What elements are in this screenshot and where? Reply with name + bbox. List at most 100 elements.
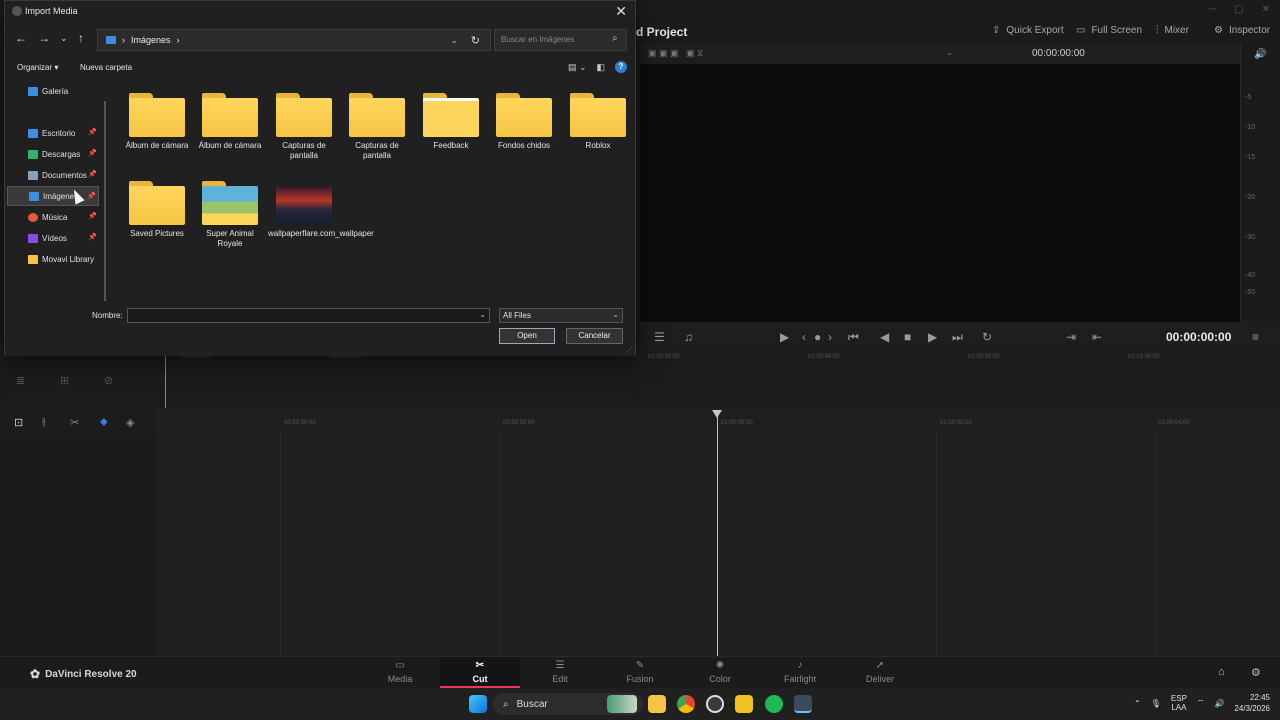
filename-input[interactable]: ⌄ xyxy=(127,308,490,323)
windows-start-icon[interactable] xyxy=(469,695,487,713)
file-type-select[interactable]: All Files ⌄ xyxy=(499,308,623,323)
chrome-icon[interactable] xyxy=(677,695,695,713)
gear-icon[interactable]: ⚙ xyxy=(1251,666,1261,679)
viewer[interactable] xyxy=(640,64,1240,322)
close-button[interactable]: ✕ xyxy=(1262,4,1270,15)
minimize-button[interactable]: ─ xyxy=(1209,4,1216,15)
sidebar-item-imagenes[interactable]: Imágenes 📌 xyxy=(7,186,99,206)
fit-icon[interactable]: ⊡ xyxy=(14,416,23,429)
track-tool-icon[interactable]: ≣ xyxy=(16,374,25,387)
blade-icon[interactable]: ⫲ xyxy=(42,416,46,429)
chevron-down-icon[interactable]: ⌄ xyxy=(450,35,458,46)
chevron-up-icon[interactable]: ⌃ xyxy=(1134,699,1141,708)
skip-start-icon[interactable]: ⏮ xyxy=(848,330,859,345)
folder-item[interactable]: Feedback xyxy=(415,93,487,151)
next-edit-icon[interactable]: › xyxy=(828,330,832,344)
sidebar-item-videos[interactable]: Vídeos 📌 xyxy=(7,228,99,248)
track-tool-2-icon[interactable]: ⊞ xyxy=(60,374,69,387)
obs-icon[interactable] xyxy=(706,695,724,713)
page-tab-fairlight[interactable]: ♪ Fairlight xyxy=(760,657,840,688)
sidebar-item-descargas[interactable]: Descargas 📌 xyxy=(7,144,99,164)
address-location[interactable]: Imágenes xyxy=(131,35,171,45)
play-around-icon[interactable]: ▶ xyxy=(780,330,789,344)
sidebar-item-movavi-library[interactable]: Movavi Library xyxy=(7,249,99,269)
davinci-taskbar-icon[interactable] xyxy=(794,695,812,713)
maximize-button[interactable]: ▢ xyxy=(1234,4,1243,15)
folder-item[interactable]: Roblox xyxy=(562,93,634,151)
grid-line xyxy=(936,430,937,656)
sidebar-scrollbar[interactable] xyxy=(104,101,106,301)
address-bar[interactable]: › Imágenes › ⌄ ↻ xyxy=(97,29,491,51)
search-icon[interactable]: ⌕ xyxy=(612,33,618,44)
page-tab-color[interactable]: ✺ Color xyxy=(680,657,760,688)
inspector-button[interactable]: ⚙ Inspector xyxy=(1214,25,1270,36)
wifi-icon[interactable]: ⌔ xyxy=(1197,698,1205,708)
search-input[interactable]: Buscar en Imágenes xyxy=(494,29,627,51)
sidebar-item-musica[interactable]: Música 📌 xyxy=(7,207,99,227)
loop-icon[interactable]: ↻ xyxy=(982,330,992,344)
microphone-icon[interactable]: 🎙 xyxy=(1151,699,1161,708)
new-folder-button[interactable]: Nueva carpeta xyxy=(80,63,132,72)
go-start-icon[interactable]: ⇤ xyxy=(1092,330,1102,344)
scissors-icon[interactable]: ✂ xyxy=(70,416,79,429)
marker-icon[interactable]: ⬥ xyxy=(100,416,108,429)
folder-item[interactable]: Super Animal Royale xyxy=(194,181,266,249)
folder-item[interactable]: Álbum de cámara xyxy=(194,93,266,151)
stop-icon[interactable]: ■ xyxy=(904,330,911,344)
close-icon[interactable]: ✕ xyxy=(615,3,627,20)
playhead[interactable] xyxy=(717,410,718,656)
page-tab-deliver[interactable]: ➚ Deliver xyxy=(840,657,920,688)
recent-chevron-icon[interactable]: ⌄ xyxy=(60,33,68,44)
full-screen-button[interactable]: ▭ Full Screen xyxy=(1076,25,1142,36)
open-button[interactable]: Open xyxy=(499,328,555,344)
page-tab-fusion[interactable]: ✎ Fusion xyxy=(600,657,680,688)
language-indicator[interactable]: ESP LAA xyxy=(1171,694,1187,712)
track-tool-3-icon[interactable]: ⊘ xyxy=(104,374,113,387)
file-explorer-icon[interactable] xyxy=(648,695,666,713)
quick-export-button[interactable]: ⇪ Quick Export xyxy=(992,25,1064,36)
page-tab-edit[interactable]: ☰ Edit xyxy=(520,657,600,688)
help-icon[interactable]: ? xyxy=(615,61,627,73)
folder-item[interactable]: Capturas de pantalla xyxy=(341,93,413,161)
skip-end-icon[interactable]: ⏭ xyxy=(952,330,963,345)
widget-icon[interactable] xyxy=(607,695,637,713)
folder-item[interactable]: Capturas de pantalla xyxy=(268,93,340,161)
sidebar-item-escritorio[interactable]: Escritorio 📌 xyxy=(7,123,99,143)
menu-icon[interactable]: ≡ xyxy=(1252,330,1259,344)
page-tab-cut[interactable]: ✂ Cut xyxy=(440,657,520,688)
preview-pane-icon[interactable]: ◧ xyxy=(596,62,605,73)
zoom-icon[interactable]: ◈ xyxy=(126,416,134,429)
sidebar-item-documentos[interactable]: Documentos 📌 xyxy=(7,165,99,185)
volume-icon[interactable]: 🔊 xyxy=(1254,49,1266,60)
chevron-down-icon[interactable]: ⌄ xyxy=(946,48,953,57)
app-icon[interactable] xyxy=(735,695,753,713)
clock[interactable]: 22:45 24/3/2026 xyxy=(1234,692,1270,714)
folder-item[interactable]: Álbum de cámara xyxy=(121,93,193,151)
image-file-item[interactable]: wallpaperflare.com_wallpaper xyxy=(268,181,374,239)
spotify-icon[interactable] xyxy=(765,695,783,713)
cancel-button[interactable]: Cancelar xyxy=(566,328,623,344)
forward-arrow-icon[interactable]: → xyxy=(38,31,50,45)
up-arrow-icon[interactable]: ↑ xyxy=(78,31,84,45)
chevron-down-icon[interactable]: ⌄ xyxy=(479,310,486,319)
home-icon[interactable]: ⌂ xyxy=(1218,666,1225,678)
go-end-icon[interactable]: ⇥ xyxy=(1066,330,1076,344)
viewer-tools-icon[interactable]: ▣ ▣ ▣ ▣ ⧖ xyxy=(648,48,703,59)
resize-grip-icon[interactable]: ⋰ xyxy=(626,346,633,354)
volume-tray-icon[interactable]: 🔊 xyxy=(1214,699,1224,708)
sidebar-item-galeria[interactable]: Galería xyxy=(7,81,99,101)
reverse-icon[interactable]: ◀ xyxy=(880,330,889,344)
folder-item[interactable]: Fondos chidos xyxy=(488,93,560,151)
organize-menu[interactable]: Organizar ▾ xyxy=(17,63,58,72)
audio-icon[interactable]: ♫ xyxy=(684,330,693,344)
play-icon[interactable]: ▶ xyxy=(928,330,937,344)
settings-sliders-icon[interactable]: ☰ xyxy=(654,330,665,344)
back-arrow-icon[interactable]: ← xyxy=(15,31,27,45)
mixer-button[interactable]: ⫶ Mixer xyxy=(1156,25,1189,36)
folder-item[interactable]: Saved Pictures xyxy=(121,181,193,239)
view-mode-icon[interactable]: ▤ ⌄ xyxy=(568,62,587,73)
refresh-icon[interactable]: ↻ xyxy=(471,34,480,47)
marker-dot-icon[interactable]: ● xyxy=(814,330,821,344)
page-tab-media[interactable]: ▭ Media xyxy=(360,657,440,688)
prev-edit-icon[interactable]: ‹ xyxy=(802,330,806,344)
